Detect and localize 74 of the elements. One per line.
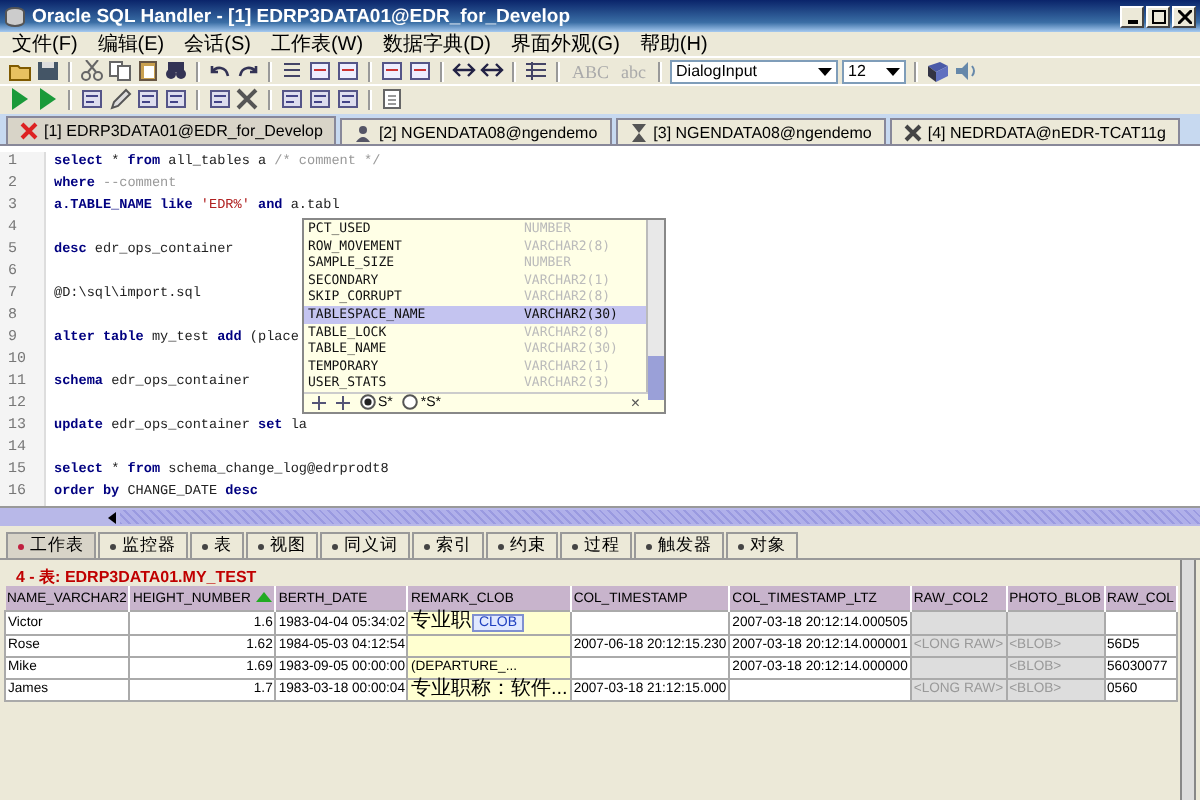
maximize-button[interactable]: [1146, 5, 1170, 27]
arrows-icon[interactable]: [480, 60, 504, 82]
box-icon[interactable]: [408, 60, 432, 82]
play-icon[interactable]: [8, 88, 32, 110]
redo-icon[interactable]: [236, 60, 260, 82]
object-tab[interactable]: 监控器: [98, 532, 188, 558]
maximize-icon: [1151, 9, 1165, 23]
arrows-icon[interactable]: [452, 60, 476, 82]
save-icon[interactable]: [36, 60, 60, 82]
box-icon[interactable]: [308, 88, 332, 110]
object-tab[interactable]: 触发器: [634, 532, 724, 558]
table-cell: 专业职称：软件...: [410, 678, 568, 700]
vertical-scrollbar[interactable]: [1180, 560, 1196, 800]
connection-tab[interactable]: [3] NGENDATA08@ngendemo: [615, 118, 886, 144]
folder-icon[interactable]: [8, 60, 32, 82]
close-button[interactable]: [1172, 5, 1196, 27]
horizontal-scrollbar[interactable]: [0, 506, 1200, 526]
pencil-icon[interactable]: [108, 88, 132, 110]
menu-item[interactable]: 工作表(W): [270, 30, 364, 58]
plus-icon[interactable]: [336, 395, 350, 410]
menu-item[interactable]: 数据字典(D): [383, 30, 491, 58]
box-icon[interactable]: [336, 88, 360, 110]
font-size-dropdown[interactable]: 12: [842, 59, 907, 83]
hourglass-icon: [629, 123, 648, 141]
box-icon[interactable]: [380, 60, 404, 82]
cross-icon: [20, 122, 38, 140]
box-icon[interactable]: [80, 88, 104, 110]
menu-item[interactable]: 界面外观(G): [510, 30, 620, 58]
play-icon[interactable]: [36, 88, 60, 110]
plus-icon[interactable]: [312, 395, 326, 410]
lines-icon[interactable]: [280, 60, 304, 82]
object-tab[interactable]: 过程: [560, 532, 632, 558]
left-arrow-icon[interactable]: [104, 509, 120, 525]
undo-icon[interactable]: [208, 60, 232, 82]
box-icon[interactable]: [136, 88, 160, 110]
object-tab[interactable]: 表: [190, 532, 244, 558]
result-title: 4 - 表: EDRP3DATA01.MY_TEST: [14, 566, 259, 586]
sort-ascending-icon: [256, 591, 273, 601]
object-tab[interactable]: 视图: [246, 532, 318, 558]
box-icon[interactable]: [336, 60, 360, 82]
database-icon: [4, 5, 26, 27]
close-button[interactable]: ×: [630, 393, 640, 412]
font-dropdown[interactable]: DialogInput: [670, 59, 839, 83]
clipboard-icon[interactable]: [136, 60, 160, 82]
book-icon[interactable]: [926, 60, 951, 82]
object-tab[interactable]: 约束: [486, 532, 558, 558]
menu-item[interactable]: 编辑(E): [97, 30, 165, 58]
page-icon[interactable]: [380, 88, 404, 110]
connection-tab[interactable]: [2] NGENDATA08@ngendemo: [340, 118, 612, 144]
box-icon[interactable]: [208, 88, 232, 110]
object-tab[interactable]: 工作表: [6, 532, 96, 558]
object-tab[interactable]: 索引: [412, 532, 484, 558]
window-title: Oracle SQL Handler - [1] EDRP3DATA01@EDR_for_Develop: [32, 5, 573, 27]
binoculars-icon[interactable]: [164, 60, 188, 82]
box-icon[interactable]: [308, 60, 332, 82]
scissors-icon[interactable]: [80, 60, 104, 82]
object-tab[interactable]: 对象: [726, 532, 798, 558]
connection-tab[interactable]: [4] NEDRDATA@nEDR-TCAT11g: [889, 118, 1180, 144]
close-icon: [1177, 9, 1191, 23]
connection-tab[interactable]: [1] EDRP3DATA01@EDR_for_Develop: [6, 116, 337, 144]
minimize-button[interactable]: [1120, 5, 1144, 27]
table-cell: 专业职: [410, 610, 471, 632]
menu-item[interactable]: 文件(F): [12, 30, 78, 58]
box-icon[interactable]: [280, 88, 304, 110]
cross-icon: [903, 123, 922, 141]
menu-item[interactable]: 帮助(H): [639, 30, 708, 58]
object-tab[interactable]: 同义词: [320, 532, 410, 558]
caret-icon: [818, 67, 833, 75]
grid-icon[interactable]: [524, 60, 548, 82]
caret-icon: [886, 67, 901, 75]
box-icon[interactable]: [164, 88, 188, 110]
menu-item[interactable]: 会话(S): [184, 30, 251, 58]
person-icon: [354, 123, 373, 141]
copy-icon[interactable]: [108, 60, 132, 82]
